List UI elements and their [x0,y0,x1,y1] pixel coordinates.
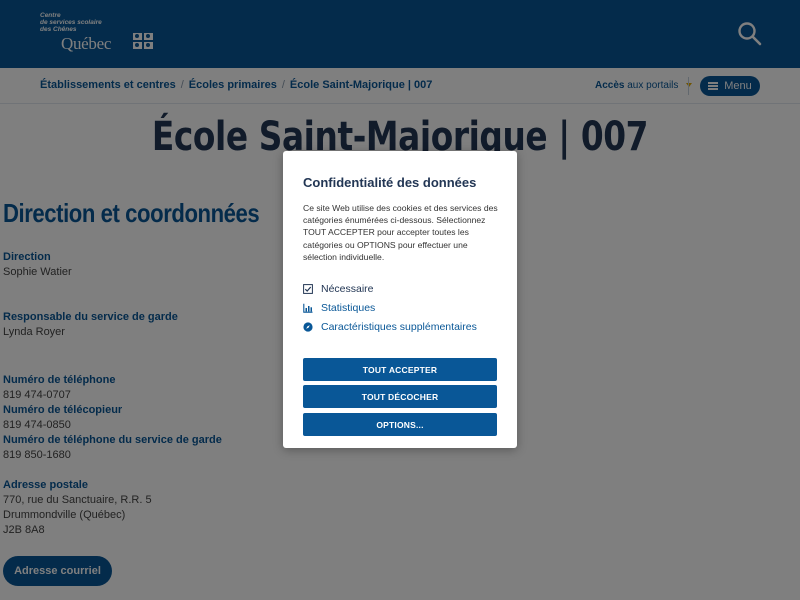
category-label: Statistiques [321,302,376,314]
privacy-modal: Confidentialité des données Ce site Web … [283,151,517,448]
uncheck-all-button[interactable]: TOUT DÉCOCHER [303,385,497,408]
category-necessaire[interactable]: Nécessaire [303,282,374,296]
bar-chart-icon [303,303,313,313]
category-statistiques[interactable]: Statistiques [303,301,375,315]
accept-all-button[interactable]: TOUT ACCEPTER [303,358,497,381]
modal-title: Confidentialité des données [303,175,477,190]
category-caracteristiques[interactable]: Caractéristiques supplémentaires [303,320,477,334]
category-label: Caractéristiques supplémentaires [321,321,477,333]
modal-description: Ce site Web utilise des cookies et des s… [303,203,498,262]
checkbox-icon [303,284,313,294]
compass-icon [303,322,313,332]
category-label: Nécessaire [321,283,374,295]
options-button[interactable]: OPTIONS... [303,413,497,436]
